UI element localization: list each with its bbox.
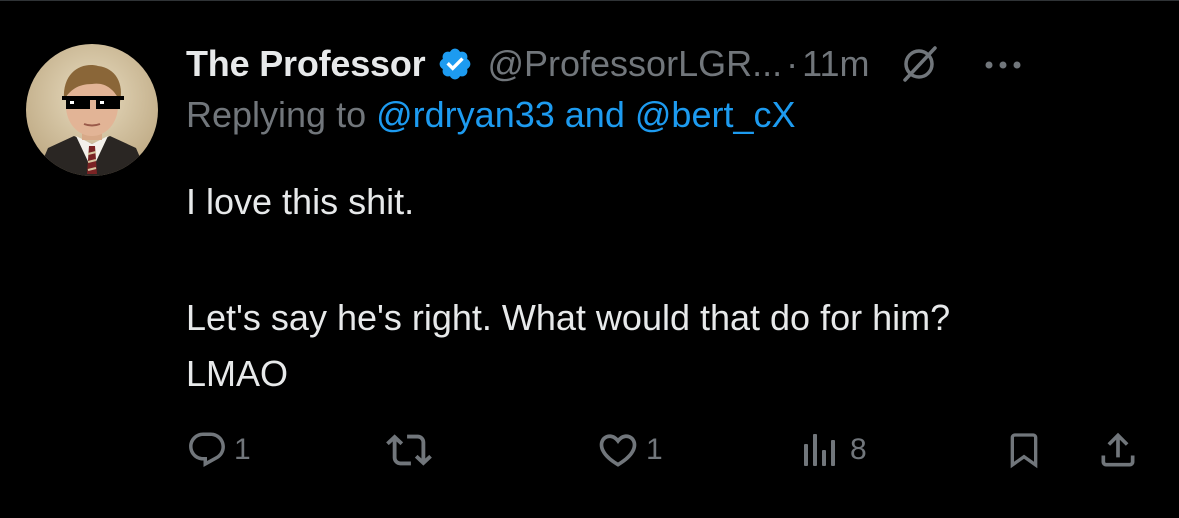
- grok-icon[interactable]: [897, 42, 941, 86]
- tweet-header: The Professor @ProfessorLGR... · 11m: [186, 36, 1156, 92]
- retweet-icon: [386, 434, 432, 466]
- like-button[interactable]: 1: [596, 420, 663, 480]
- replying-to: Replying to @rdryan33 and @bert_cX: [186, 94, 1156, 144]
- like-icon: [599, 434, 637, 467]
- tweet-text: I love this shit. Let's say he's right. …: [186, 174, 1156, 402]
- like-count: 1: [646, 433, 663, 466]
- more-icon[interactable]: [983, 58, 1023, 70]
- handle[interactable]: @ProfessorLGR...: [487, 43, 782, 85]
- mention-and[interactable]: and: [565, 94, 625, 135]
- mention-rdryan33[interactable]: @rdryan33: [376, 94, 555, 135]
- avatar[interactable]: [26, 44, 158, 176]
- replying-prefix: Replying to: [186, 94, 367, 135]
- tweet-text-line: Let's say he's right. What would that do…: [186, 297, 951, 338]
- action-bar: 1 1 8: [186, 420, 1146, 480]
- separator-dot: ·: [786, 43, 799, 84]
- views-button[interactable]: 8: [802, 420, 867, 480]
- reply-button[interactable]: 1: [186, 420, 251, 480]
- display-name[interactable]: The Professor: [186, 43, 426, 85]
- retweet-button[interactable]: [386, 420, 438, 480]
- tweet-text-line: I love this shit.: [186, 181, 415, 222]
- reply-count: 1: [234, 433, 251, 466]
- bookmark-icon: [1010, 433, 1038, 469]
- avatar-image: [26, 44, 158, 176]
- verified-badge-icon[interactable]: [437, 46, 473, 82]
- mention-bert-cx[interactable]: @bert_cX: [635, 94, 796, 135]
- share-button[interactable]: [1096, 420, 1140, 480]
- tweet-content: The Professor @ProfessorLGR... · 11m Rep…: [186, 36, 1156, 402]
- top-divider: [0, 0, 1179, 1]
- views-icon: [804, 434, 835, 466]
- timestamp[interactable]: 11m: [802, 43, 869, 85]
- share-icon: [1101, 432, 1135, 467]
- tweet-text-line: LMAO: [186, 353, 289, 394]
- views-count: 8: [850, 433, 867, 466]
- reply-icon: [189, 432, 225, 467]
- bookmark-button[interactable]: [1004, 420, 1044, 480]
